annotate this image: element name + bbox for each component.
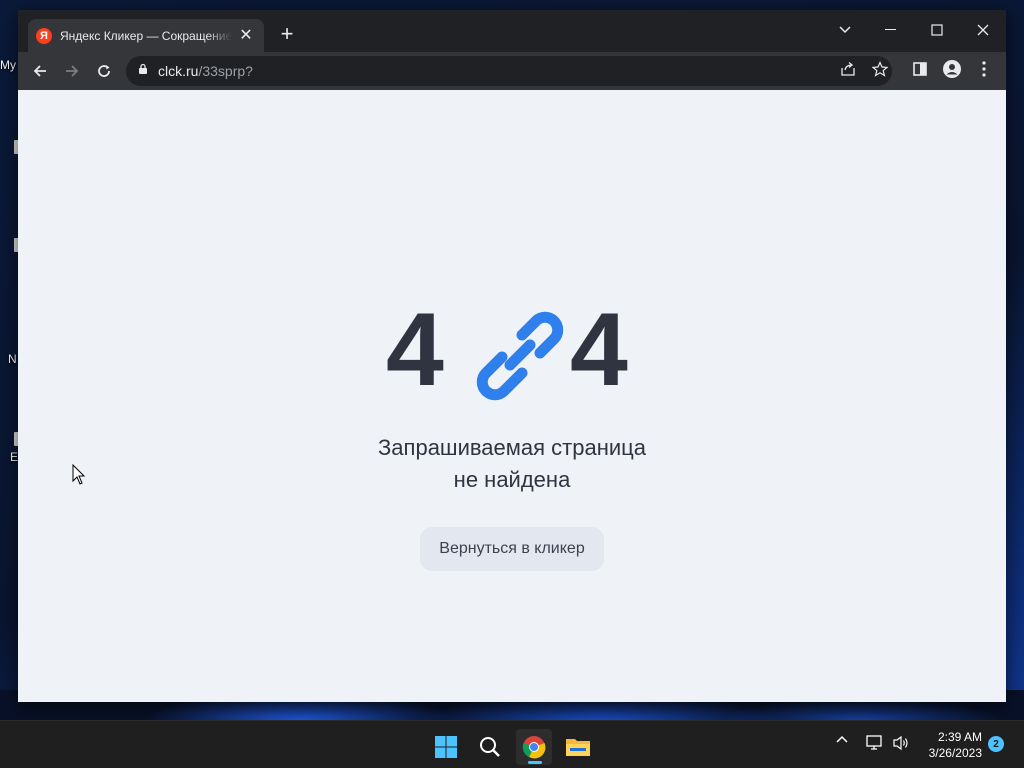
browser-tab[interactable]: Я Яндекс Кликер — Сокращение ✕ xyxy=(28,19,264,52)
desktop-icon-label-my[interactable]: My xyxy=(0,58,16,72)
error-digit-left: 4 xyxy=(386,292,444,408)
title-bar: Я Яндекс Кликер — Сокращение ✕ + xyxy=(18,10,1006,52)
tab-title: Яндекс Кликер — Сокращение xyxy=(60,28,232,43)
clock-time: 2:39 AM xyxy=(937,730,982,744)
chrome-taskbar-icon[interactable] xyxy=(516,729,552,765)
network-icon[interactable] xyxy=(866,735,884,751)
bookmark-star-icon[interactable] xyxy=(869,58,891,80)
search-icon[interactable] xyxy=(472,729,508,765)
system-clock[interactable]: 2:39 AM 3/26/2023 xyxy=(929,729,982,761)
reload-icon[interactable] xyxy=(91,58,117,84)
lock-icon[interactable] xyxy=(138,62,148,80)
forward-arrow-icon[interactable] xyxy=(59,58,85,84)
desktop-icon-label-n[interactable]: N xyxy=(8,352,17,366)
return-to-clicker-button[interactable]: Вернуться в кликер xyxy=(420,527,604,571)
maximize-button[interactable] xyxy=(922,15,952,45)
mouse-cursor-icon xyxy=(72,463,86,491)
share-icon[interactable] xyxy=(837,58,859,80)
url-host: clck.ru xyxy=(158,63,199,79)
tab-search-chevron-icon[interactable] xyxy=(830,15,860,45)
yandex-favicon-icon: Я xyxy=(36,27,52,44)
volume-icon[interactable] xyxy=(892,735,910,751)
broken-link-icon xyxy=(464,295,574,410)
active-app-indicator xyxy=(528,761,542,764)
back-arrow-icon[interactable] xyxy=(27,58,53,84)
show-hidden-icons-chevron-icon[interactable] xyxy=(836,735,848,743)
close-window-button[interactable] xyxy=(968,15,998,45)
file-explorer-icon[interactable] xyxy=(560,729,596,765)
tab-close-icon[interactable]: ✕ xyxy=(238,27,254,44)
error-message: Запрашиваемая страница не найдена xyxy=(18,432,1006,496)
error-digit-right: 4 xyxy=(570,292,628,408)
start-button-windows-icon[interactable] xyxy=(428,729,464,765)
desktop-icon-label-e[interactable]: E xyxy=(10,450,18,464)
new-tab-button[interactable]: + xyxy=(276,23,298,45)
kebab-menu-icon[interactable] xyxy=(973,58,995,80)
browser-toolbar: clck.ru/33sprp? xyxy=(18,52,1006,90)
profile-avatar-icon[interactable] xyxy=(941,58,963,80)
url-path: /33sprp? xyxy=(198,63,253,79)
minimize-button[interactable] xyxy=(876,15,906,45)
browser-window: Я Яндекс Кликер — Сокращение ✕ + clck.ru… xyxy=(18,10,1006,702)
error-404-graphic: 4 4 xyxy=(18,295,1006,405)
taskbar: 2:39 AM 3/26/2023 xyxy=(0,720,1024,768)
side-panel-icon[interactable] xyxy=(909,58,931,80)
notification-badge[interactable]: 2 xyxy=(988,736,1004,752)
error-message-line2: не найдена xyxy=(453,467,571,492)
page-content: 4 4 Запрашиваемая страница не найдена Ве… xyxy=(18,90,1006,702)
address-bar[interactable]: clck.ru/33sprp? xyxy=(126,56,892,86)
error-message-line1: Запрашиваемая страница xyxy=(378,435,646,460)
clock-date: 3/26/2023 xyxy=(928,746,982,760)
